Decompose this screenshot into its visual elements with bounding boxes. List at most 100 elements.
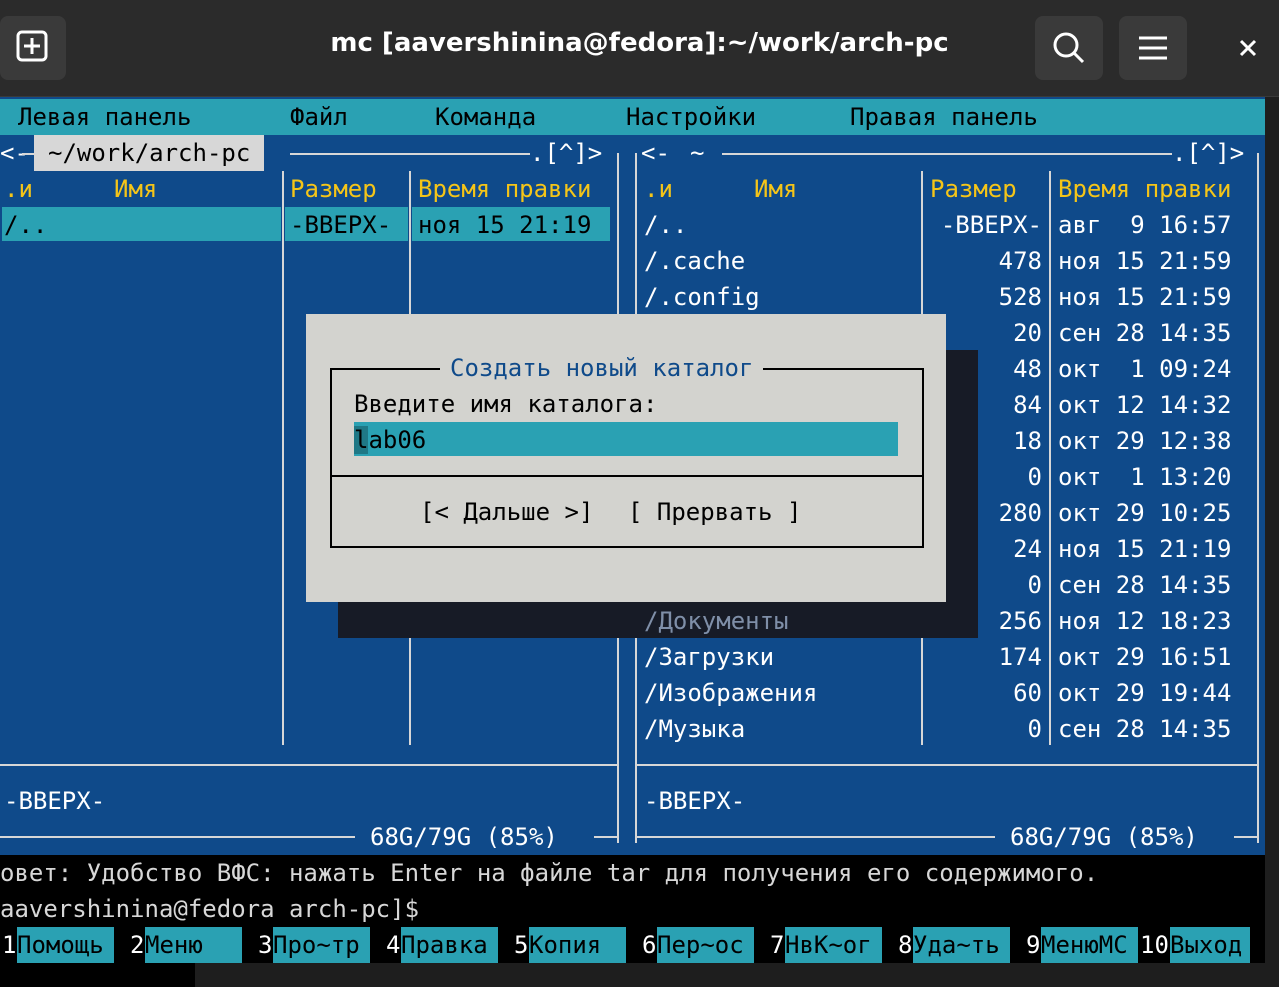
right-row-size: 24: [1013, 535, 1042, 563]
close-button[interactable]: [1226, 26, 1270, 70]
right-col-n[interactable]: .и: [644, 171, 673, 207]
left-panel-border: [594, 836, 617, 838]
left-row-time: ноя 15 21:19: [418, 211, 592, 239]
right-row-time: окт 29 16:51: [1058, 643, 1232, 671]
hamburger-icon: [1139, 36, 1167, 60]
right-row-time: сен 28 14:35: [1058, 319, 1232, 347]
mkdir-dialog[interactable]: Создать новый каталог Введите имя катало…: [306, 314, 946, 602]
fkey-7-button[interactable]: НвК~ог: [785, 927, 882, 963]
right-col-size[interactable]: Размер: [930, 171, 1017, 207]
ok-button[interactable]: [< Дальше >]: [420, 494, 593, 530]
close-icon: [1239, 39, 1257, 57]
right-row-time: ноя 15 21:59: [1058, 283, 1232, 311]
fkey-8-button[interactable]: Уда~ть: [913, 927, 1010, 963]
right-row-time: сен 28 14:35: [1058, 715, 1232, 743]
right-row-size: 18: [1013, 427, 1042, 455]
fkey-number: 4: [386, 931, 401, 959]
menu-left-panel[interactable]: Левая панель: [18, 99, 191, 135]
left-row-size: -ВВЕРХ-: [290, 211, 392, 239]
left-panel-path[interactable]: ~/work/arch-pc: [34, 135, 265, 171]
fkey-9-button[interactable]: МенюМС: [1041, 927, 1138, 963]
right-row-time: ноя 12 18:23: [1058, 607, 1232, 635]
fkey-number: 9: [1026, 931, 1041, 959]
fkey-number: 6: [642, 931, 657, 959]
menu-right-panel[interactable]: Правая панель: [850, 99, 1038, 135]
dialog-title: Создать новый каталог: [440, 350, 764, 386]
right-panel-border: [722, 153, 1172, 155]
right-row-size: 174: [998, 643, 1042, 671]
menu-button[interactable]: [1119, 16, 1187, 80]
right-row-name[interactable]: /..: [644, 207, 687, 243]
left-col-n[interactable]: .и: [4, 171, 33, 207]
right-col-time[interactable]: Время правки: [1058, 171, 1231, 207]
right-row-size: 0: [1027, 463, 1042, 491]
left-panel-disk: 68G/79G (85%): [370, 823, 558, 851]
left-panel-status: -ВВЕРХ-: [4, 787, 106, 815]
left-col-size[interactable]: Размер: [290, 171, 377, 207]
left-panel-corner[interactable]: .[^]>: [530, 135, 602, 171]
right-row-time: сен 28 14:35: [1058, 571, 1232, 599]
right-row-time: ноя 15 21:19: [1058, 535, 1232, 563]
dialog-prompt: Введите имя каталога:: [354, 390, 658, 418]
search-button[interactable]: [1035, 16, 1103, 80]
left-row-name[interactable]: /..: [4, 207, 47, 243]
column-separator: [1049, 171, 1051, 745]
title-bar: mc [aavershinina@fedora]:~/work/arch-pc: [0, 0, 1279, 97]
right-row-time: окт 29 10:25: [1058, 499, 1232, 527]
right-row-time: окт 29 19:44: [1058, 679, 1232, 707]
right-row-name[interactable]: /.cache: [644, 243, 745, 279]
right-row-size: 280: [998, 499, 1042, 527]
fkey-number: 1: [2, 931, 17, 959]
right-panel-path[interactable]: ~: [690, 135, 704, 171]
dialog-separator: [330, 475, 924, 477]
cancel-button[interactable]: [ Прервать ]: [628, 494, 801, 530]
left-panel-border: [0, 836, 355, 838]
shell-prompt[interactable]: aavershinina@fedora arch-pc]$: [0, 891, 1265, 927]
right-row-name[interactable]: /Загрузки: [644, 639, 774, 675]
fkey-3-button[interactable]: Про~тр: [273, 927, 370, 963]
right-row-name[interactable]: /Документы: [644, 603, 789, 639]
right-row-size: 0: [1027, 571, 1042, 599]
scrollbar[interactable]: [1265, 97, 1279, 987]
right-row-name[interactable]: /.config: [644, 279, 760, 315]
fkey-5-button[interactable]: Копия: [529, 927, 626, 963]
right-row-size: 60: [1013, 679, 1042, 707]
fkey-number: 7: [770, 931, 785, 959]
right-row-time: окт 12 14:32: [1058, 391, 1232, 419]
right-row-time: ноя 15 21:59: [1058, 247, 1232, 275]
dirname-input[interactable]: [354, 422, 898, 456]
left-panel-status-separator: [0, 764, 617, 766]
right-row-size: 84: [1013, 391, 1042, 419]
left-col-time[interactable]: Время правки: [418, 171, 591, 207]
left-panel-border: [290, 153, 530, 155]
fkey-6-button[interactable]: Пер~ос: [657, 927, 754, 963]
right-row-time: окт 1 13:20: [1058, 463, 1232, 491]
fkey-1-button[interactable]: Помощь: [17, 927, 114, 963]
menu-command[interactable]: Команда: [435, 99, 536, 135]
left-panel-border: [22, 153, 34, 155]
menu-file[interactable]: Файл: [290, 99, 348, 135]
terminal[interactable]: Левая панель Файл Команда Настройки Прав…: [0, 97, 1279, 987]
text-cursor: [354, 426, 368, 454]
right-panel-status-separator: [635, 764, 1259, 766]
right-col-name[interactable]: Имя: [754, 171, 797, 207]
taskbar-gap: [0, 963, 195, 987]
right-row-time: окт 1 09:24: [1058, 355, 1232, 383]
fkey-number: 2: [130, 931, 145, 959]
fkey-number: 10: [1140, 931, 1169, 959]
fkey-4-button[interactable]: Правка: [401, 927, 498, 963]
right-panel-border: [1257, 153, 1259, 843]
fkey-number: 8: [898, 931, 913, 959]
left-col-name[interactable]: Имя: [114, 171, 157, 207]
fkey-10-button[interactable]: Выход: [1170, 927, 1250, 963]
taskbar-gap: [195, 963, 1265, 987]
hint-line: овет: Удобство ВФС: нажать Enter на файл…: [0, 855, 1265, 891]
right-row-size: 256: [998, 607, 1042, 635]
right-panel-disk: 68G/79G (85%): [1010, 823, 1198, 851]
fkey-2-button[interactable]: Меню: [145, 927, 242, 963]
menu-options[interactable]: Настройки: [626, 99, 756, 135]
right-row-time: окт 29 12:38: [1058, 427, 1232, 455]
right-row-name[interactable]: /Музыка: [644, 711, 745, 747]
right-row-name[interactable]: /Изображения: [644, 675, 817, 711]
right-panel-corner[interactable]: .[^]>: [1172, 135, 1244, 171]
